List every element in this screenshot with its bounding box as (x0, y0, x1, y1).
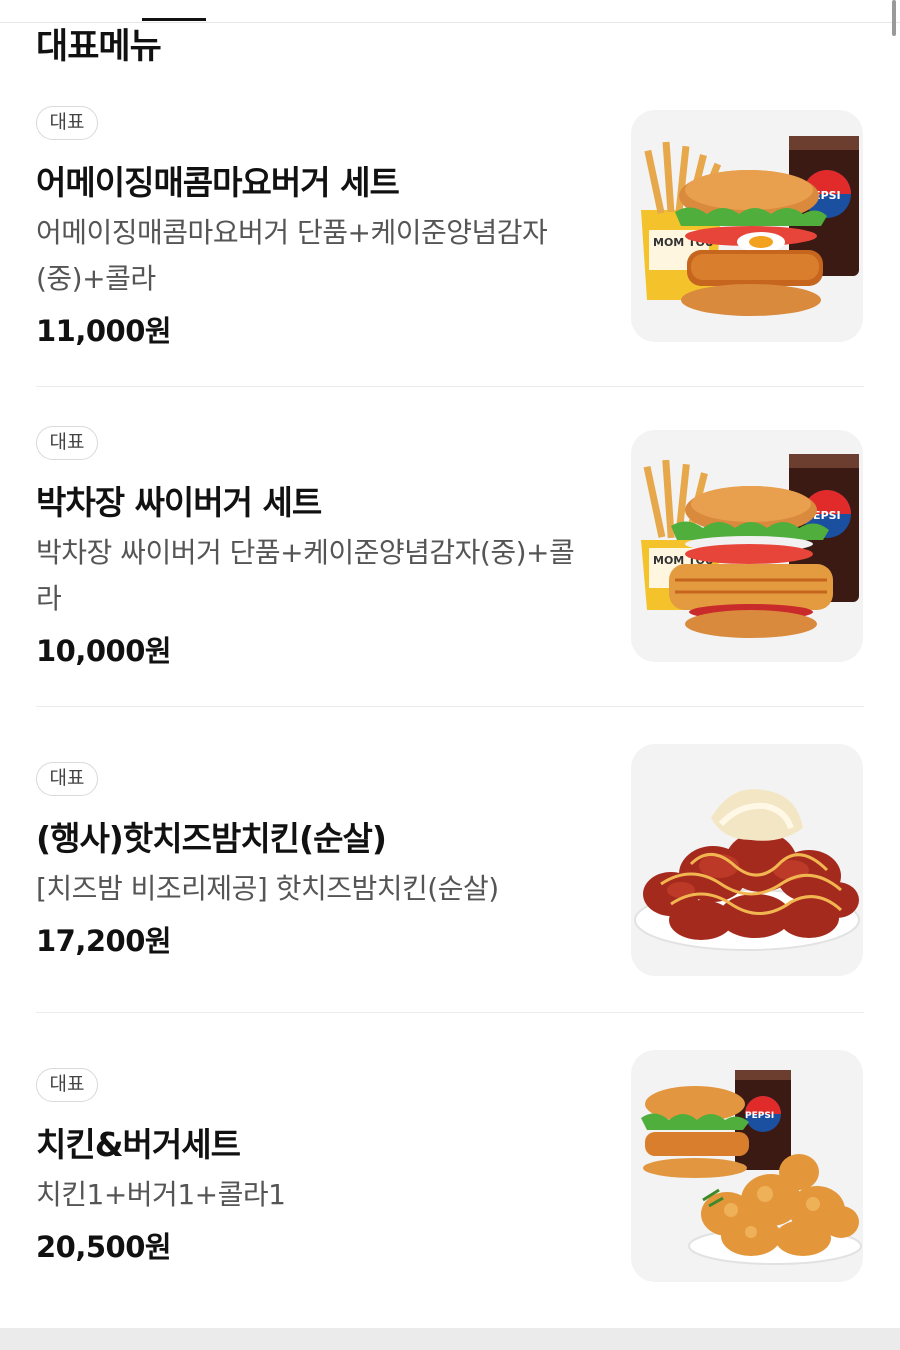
menu-item-description: [치즈밤 비조리제공] 핫치즈밤치킨(순살) (36, 872, 499, 905)
item-divider (36, 1012, 864, 1013)
cheese-chicken-photo[interactable] (631, 744, 863, 976)
menu-item[interactable]: 대표 어메이징매콤마요버거 세트 어메이징매콤마요버거 단품+케이준양념감자(중… (36, 106, 864, 348)
menu-item[interactable]: 대표 박차장 싸이버거 세트 박차장 싸이버거 단품+케이준양념감자(중)+콜라… (36, 426, 864, 668)
menu-item-name: (행사)핫치즈밤치킨(순살) (36, 819, 387, 858)
bottom-section-separator (0, 1328, 900, 1350)
section-title: 대표메뉴 (36, 27, 162, 67)
signature-badge: 대표 (36, 426, 98, 460)
menu-item-price: 11,000원 (36, 314, 172, 348)
menu-item-price: 17,200원 (36, 924, 172, 958)
menu-item-name: 어메이징매콤마요버거 세트 (36, 163, 400, 202)
burger-set-photo[interactable]: MOM TOU PEPSI (631, 110, 863, 342)
item-divider (36, 706, 864, 707)
signature-badge: 대표 (36, 1068, 98, 1102)
chicken-burger-set-photo[interactable]: PEPSI (631, 1050, 863, 1282)
menu-item-price: 10,000원 (36, 634, 172, 668)
menu-item[interactable]: 대표 (행사)핫치즈밤치킨(순살) [치즈밤 비조리제공] 핫치즈밤치킨(순살)… (36, 744, 864, 1002)
menu-item-name: 치킨&버거세트 (36, 1125, 241, 1164)
menu-item-name: 박차장 싸이버거 세트 (36, 483, 322, 522)
menu-item-description: 치킨1+버거1+콜라1 (36, 1178, 286, 1211)
pepsi-label: PEPSI (745, 1111, 774, 1121)
menu-item-description: 박차장 싸이버거 단품+케이준양념감자(중)+콜라 (36, 536, 575, 615)
menu-item[interactable]: 대표 치킨&버거세트 치킨1+버거1+콜라1 20,500원 PEPSI (36, 1050, 864, 1308)
signature-badge: 대표 (36, 762, 98, 796)
menu-item-price: 20,500원 (36, 1230, 172, 1264)
menu-item-description: 어메이징매콤마요버거 단품+케이준양념감자(중)+콜라 (36, 216, 548, 295)
signature-badge: 대표 (36, 106, 98, 140)
item-divider (36, 386, 864, 387)
scrollbar[interactable] (892, 0, 896, 36)
burger-set-photo[interactable]: MOM TOU PEPSI (631, 430, 863, 662)
